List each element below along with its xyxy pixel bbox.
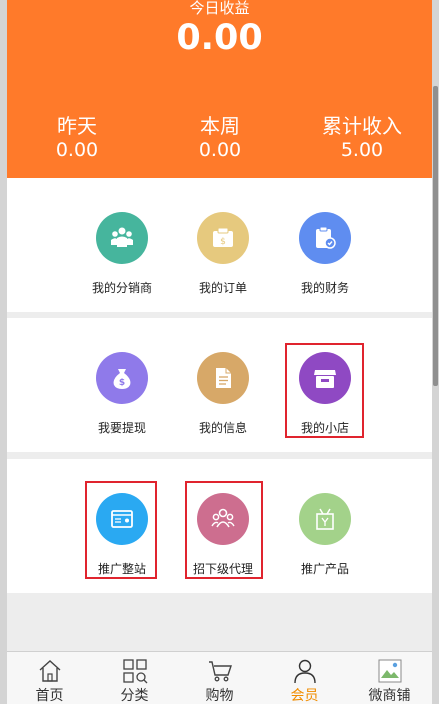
user-icon [292, 658, 318, 684]
nav-micro-shop[interactable]: 微商铺 [347, 652, 432, 704]
member-page: 今日收益 0.00 昨天 0.00 本周 0.00 累计收入 5.00 我的分销… [7, 0, 432, 704]
menu-item-label: 我的订单 [198, 281, 247, 295]
highlight-box [185, 481, 263, 579]
people-icon [96, 212, 148, 264]
stat-label: 昨天 [57, 114, 97, 138]
stat-label: 本周 [200, 114, 240, 138]
earnings-header: 今日收益 0.00 昨天 0.00 本周 0.00 累计收入 5.00 [7, 0, 432, 178]
order-icon: $ [197, 212, 249, 264]
nav-label: 会员 [290, 688, 319, 704]
menu-item-orders[interactable]: $ 我的订单 [173, 212, 273, 296]
nav-category[interactable]: 分类 [92, 652, 177, 704]
menu-item-my-info[interactable]: 我的信息 [173, 352, 273, 436]
menu-item-label: 我的分销商 [91, 281, 152, 295]
menu-item-finance[interactable]: 我的财务 [275, 212, 375, 296]
stat-label: 累计收入 [322, 114, 402, 138]
nav-home[interactable]: 首页 [7, 652, 92, 704]
stat-this-week: 本周 0.00 [150, 114, 290, 161]
nav-label: 购物 [205, 688, 234, 704]
highlight-box [85, 481, 157, 579]
stat-value: 5.00 [340, 139, 384, 161]
document-icon [197, 352, 249, 404]
stat-total-income: 累计收入 5.00 [292, 114, 432, 161]
today-earnings-label: 今日收益 [189, 0, 250, 17]
nav-shopping[interactable]: 购物 [177, 652, 262, 704]
stat-value: 0.00 [198, 139, 242, 161]
nav-label: 微商铺 [368, 688, 411, 704]
finance-icon [299, 212, 351, 264]
category-icon [122, 658, 148, 684]
scrollbar-thumb[interactable] [433, 86, 438, 386]
svg-text:$: $ [220, 237, 226, 247]
menu-item-promote-product[interactable]: 推广产品 [275, 493, 375, 577]
money-bag-icon: $ [96, 352, 148, 404]
today-earnings-value: 0.00 [176, 18, 263, 58]
menu-panel-1: 我的分销商 $ 我的订单 我的财务 [7, 178, 432, 312]
menu-item-label: 推广产品 [300, 562, 349, 576]
nav-label: 首页 [35, 688, 64, 704]
nav-member[interactable]: 会员 [262, 652, 347, 704]
browser-frame-left [0, 0, 7, 704]
menu-item-label: 我的信息 [198, 421, 247, 435]
cart-icon [207, 658, 233, 684]
menu-panel-3: 推广整站 招下级代理 推广产品 [7, 459, 432, 593]
menu-item-label: 我要提现 [97, 421, 146, 435]
nav-label: 分类 [120, 688, 149, 704]
bottom-nav: 首页 分类 购物 会员 微商铺 [7, 651, 432, 704]
svg-text:$: $ [119, 378, 125, 388]
stat-yesterday: 昨天 0.00 [7, 114, 147, 161]
menu-panel-2: $ 我要提现 我的信息 我的小店 [7, 318, 432, 452]
highlight-box [285, 343, 364, 438]
menu-item-label: 我的财务 [300, 281, 349, 295]
home-icon [37, 658, 63, 684]
menu-item-distributors[interactable]: 我的分销商 [72, 212, 172, 296]
scrollbar-track[interactable] [432, 0, 439, 704]
menu-item-withdraw[interactable]: $ 我要提现 [72, 352, 172, 436]
gift-icon [299, 493, 351, 545]
image-icon [377, 658, 403, 684]
stat-value: 0.00 [55, 139, 99, 161]
